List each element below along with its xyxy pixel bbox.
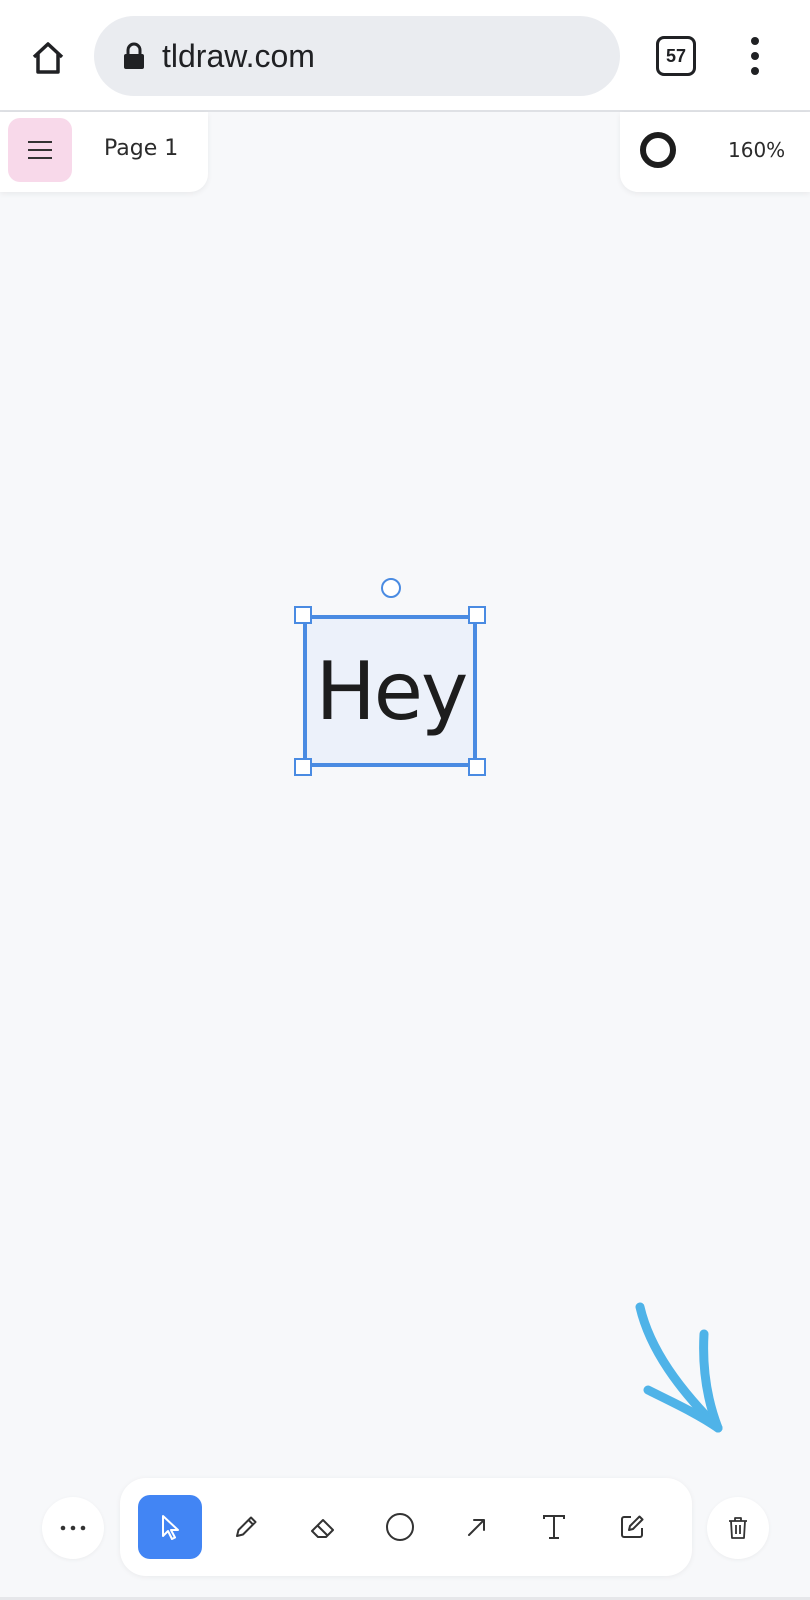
style-zoom-panel: 160% [620, 112, 810, 192]
main-menu-button[interactable] [8, 118, 72, 182]
rotate-handle[interactable] [381, 578, 401, 598]
arrow-icon [468, 1519, 485, 1536]
page-menu-panel: Page 1 [0, 112, 208, 192]
zoom-level[interactable]: 160% [728, 138, 785, 162]
text-shape[interactable]: Hey [305, 615, 477, 767]
circle-icon [386, 1513, 414, 1541]
hamburger-icon [28, 141, 52, 159]
more-vert-icon [751, 37, 759, 45]
tool-note[interactable] [600, 1495, 664, 1559]
eraser-icon [311, 1519, 334, 1538]
url-text: tldraw.com [162, 37, 315, 74]
browser-menu-button[interactable] [735, 30, 775, 82]
cursor-icon [162, 1515, 179, 1540]
resize-handle-top-right[interactable] [468, 606, 486, 624]
page-name[interactable]: Page 1 [104, 136, 178, 161]
delete-button[interactable] [707, 1497, 769, 1559]
resize-handle-bottom-left[interactable] [294, 758, 312, 776]
tool-toolbar [120, 1478, 692, 1576]
home-button[interactable] [20, 30, 76, 86]
more-actions-button[interactable] [42, 1497, 104, 1559]
tool-text[interactable] [522, 1495, 586, 1559]
tool-eraser[interactable] [291, 1495, 355, 1559]
resize-handle-top-left[interactable] [294, 606, 312, 624]
tab-switcher-button[interactable]: 57 [656, 36, 696, 76]
style-menu-button[interactable] [640, 132, 676, 168]
browser-bar: tldraw.com 57 [0, 0, 810, 112]
trash-icon [729, 1517, 747, 1539]
lock-icon [122, 41, 146, 71]
more-horizontal-icon [60, 1525, 86, 1531]
resize-handle-bottom-right[interactable] [468, 758, 486, 776]
pencil-icon [236, 1516, 257, 1537]
hand-drawn-arrow [635, 1302, 723, 1433]
tool-select[interactable] [138, 1495, 202, 1559]
tool-arrow[interactable] [445, 1495, 509, 1559]
tool-draw[interactable] [214, 1495, 278, 1559]
address-bar[interactable]: tldraw.com [94, 16, 620, 96]
home-icon [32, 42, 64, 74]
note-icon [621, 1515, 644, 1538]
text-icon [543, 1515, 565, 1539]
tool-ellipse[interactable] [368, 1495, 432, 1559]
